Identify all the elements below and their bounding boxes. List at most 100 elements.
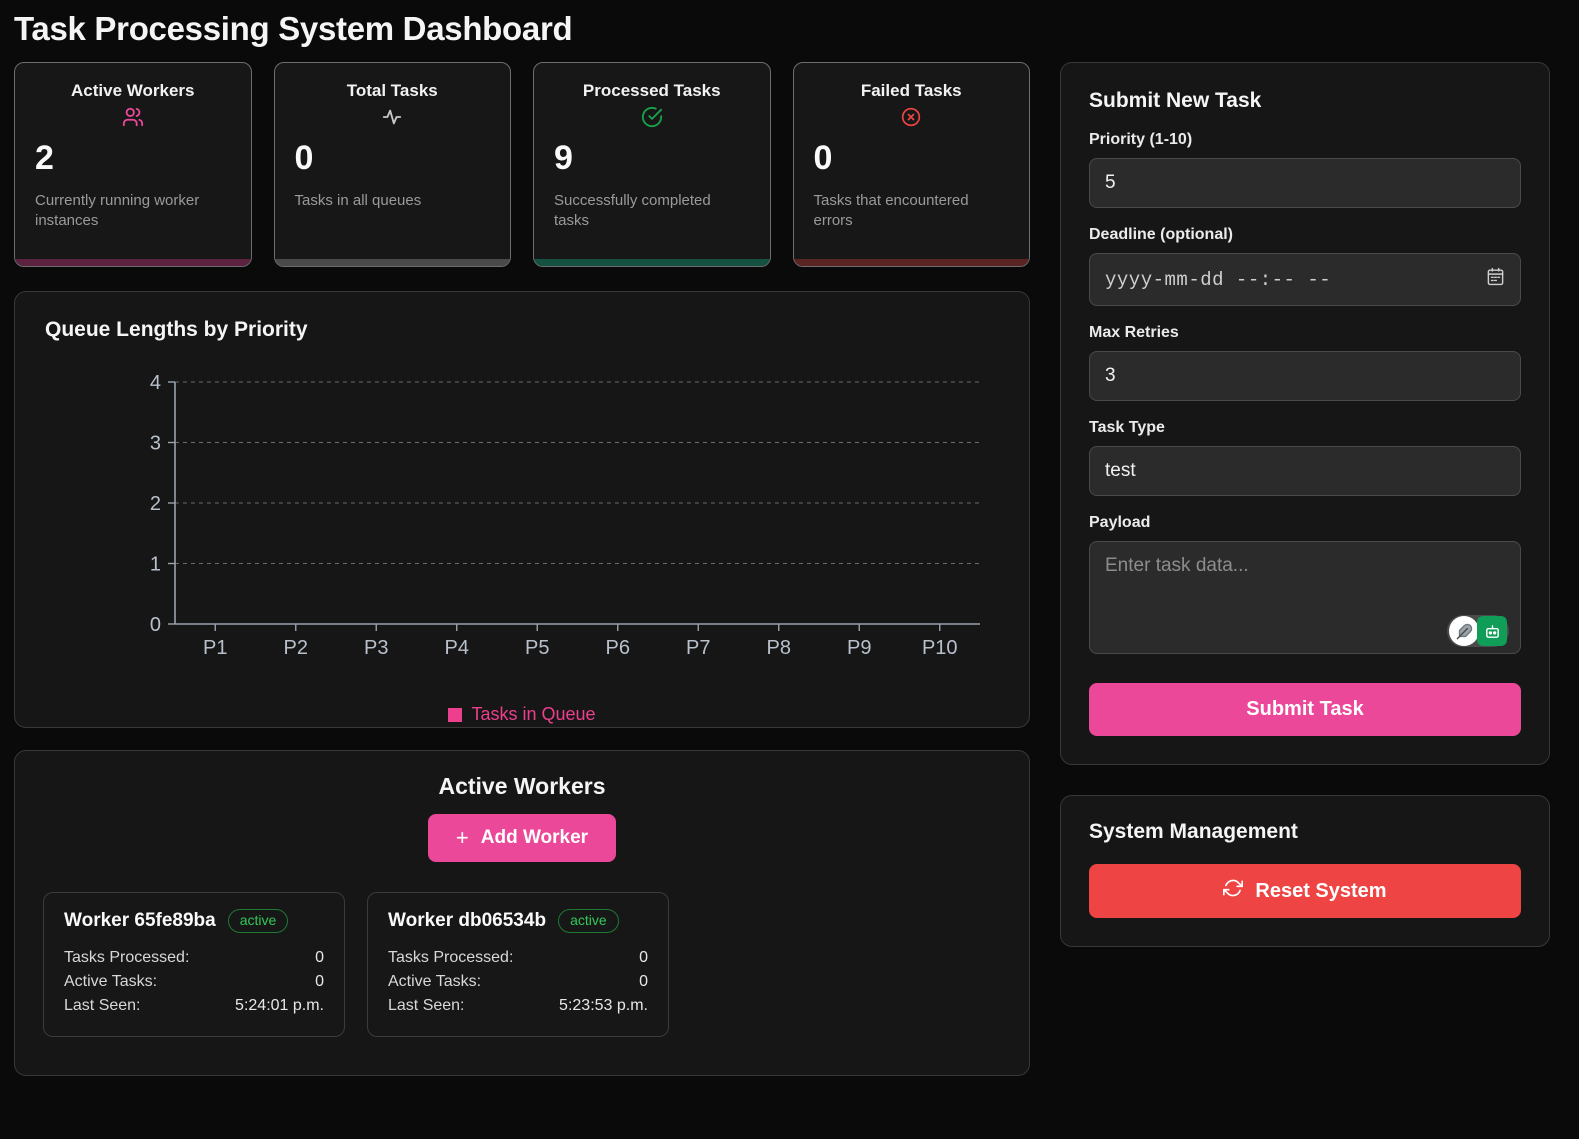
status-badge: active (227, 909, 289, 933)
worker-stat-row: Tasks Processed: 0 (64, 946, 324, 970)
worker-stat-row: Last Seen: 5:23:53 p.m. (388, 994, 648, 1018)
worker-stat-value: 0 (639, 948, 648, 966)
worker-stat-row: Last Seen: 5:24:01 p.m. (64, 994, 324, 1018)
submit-task-title: Submit New Task (1089, 89, 1262, 112)
priority-field-group: Priority (1-10) (1089, 131, 1521, 208)
worker-card[interactable]: Worker 65fe89ba active Tasks Processed: … (43, 892, 345, 1037)
max-retries-label: Max Retries (1089, 324, 1179, 341)
payload-wrap (1089, 541, 1521, 659)
active-workers-header: Active Workers + Add Worker (43, 773, 1001, 862)
y-axis-tick-label: 1 (150, 554, 161, 576)
worker-stat-key: Tasks Processed: (388, 948, 514, 966)
queue-chart-svg: 0 1 2 3 4 P1 P2 P3 P4 P5 P6 P7 P8 P9 P10 (150, 372, 980, 659)
x-axis-tick-label: P9 (847, 637, 871, 659)
x-axis-tick-label: P8 (767, 637, 791, 659)
max-retries-input[interactable] (1089, 351, 1521, 401)
page-title: Task Processing System Dashboard (14, 10, 573, 47)
worker-stat-key: Tasks Processed: (64, 948, 190, 966)
plus-icon: + (455, 825, 469, 850)
worker-stat-row: Tasks Processed: 0 (388, 946, 648, 970)
stat-description: Tasks in all queues (294, 191, 422, 209)
x-axis-tick-label: P1 (203, 637, 227, 659)
x-axis-tick-label: P5 (525, 637, 549, 659)
payload-field-group: Payload (1089, 514, 1521, 659)
reset-system-label: Reset System (1255, 879, 1387, 902)
y-axis-tick-label: 0 (150, 614, 161, 636)
x-axis-tick-label: P3 (364, 637, 388, 659)
dashboard-layout: Active Workers 2 Currently running worke… (0, 48, 1579, 1076)
right-column: Submit New Task Priority (1-10) Deadline… (1060, 62, 1550, 1076)
x-axis-tick-label: P4 (445, 637, 469, 659)
worker-stat-key: Last Seen: (64, 996, 141, 1014)
max-retries-field-group: Max Retries (1089, 324, 1521, 401)
stat-title: Processed Tasks (582, 81, 721, 100)
stat-card-active-workers: Active Workers 2 Currently running worke… (14, 62, 252, 267)
system-management-panel: System Management Reset System (1060, 795, 1550, 947)
worker-stat-key: Last Seen: (388, 996, 465, 1014)
x-circle-icon (814, 105, 1010, 129)
robot-face-icon[interactable] (1477, 616, 1507, 646)
status-badge: active (558, 909, 619, 933)
stat-accent-bar (15, 259, 251, 266)
reset-system-button[interactable]: Reset System (1089, 864, 1521, 918)
deadline-value: yyyy-mm-dd --:-- -- (1105, 268, 1332, 291)
worker-stat-key: Active Tasks: (64, 972, 158, 990)
stat-description: Successfully completed tasks (554, 191, 711, 229)
stat-description: Currently running worker instances (35, 191, 200, 229)
y-axis-tick-label: 4 (150, 372, 161, 394)
y-axis-tick-label: 3 (150, 433, 161, 455)
users-icon (35, 105, 231, 129)
chart-legend: Tasks in Queue (45, 704, 999, 725)
writing-assistant-widget[interactable] (1447, 615, 1509, 647)
worker-card-header: Worker db06534b active (388, 909, 648, 933)
stat-card-processed-tasks: Processed Tasks 9 Successfully completed… (533, 62, 771, 267)
stat-value: 0 (813, 139, 833, 177)
x-axis-tick-label: P7 (686, 637, 710, 659)
worker-stat-value: 0 (315, 972, 324, 990)
worker-stat-value: 5:23:53 p.m. (559, 996, 648, 1014)
stat-accent-bar (793, 259, 1029, 266)
stat-card-total-tasks: Total Tasks 0 Tasks in all queues (273, 62, 511, 267)
worker-stat-row: Active Tasks: 0 (64, 970, 324, 994)
legend-label-tasks-in-queue: Tasks in Queue (471, 704, 596, 724)
worker-stat-row: Active Tasks: 0 (388, 970, 648, 994)
submit-task-button[interactable]: Submit Task (1089, 683, 1521, 736)
legend-swatch-tasks-in-queue (448, 707, 463, 722)
worker-stat-key: Active Tasks: (388, 972, 482, 990)
deadline-input[interactable]: yyyy-mm-dd --:-- -- (1089, 253, 1521, 306)
feather-quill-icon[interactable] (1449, 616, 1479, 646)
stat-accent-bar (274, 259, 510, 266)
check-circle-icon (554, 105, 750, 129)
add-worker-button[interactable]: + Add Worker (427, 814, 617, 862)
stat-value: 9 (554, 139, 573, 177)
stat-description: Tasks that encountered errors (813, 191, 969, 229)
stat-title: Active Workers (71, 81, 195, 100)
queue-chart-panel: Queue Lengths by Priority 0 1 2 3 4 P1 P2 P3 P4 P… (14, 291, 1030, 728)
stat-accent-bar (534, 259, 770, 266)
left-column: Active Workers 2 Currently running worke… (14, 62, 1030, 1076)
worker-stat-value: 5:24:01 p.m. (235, 996, 324, 1014)
activity-pulse-icon (295, 105, 491, 129)
task-type-label: Task Type (1089, 419, 1165, 436)
deadline-field-group: Deadline (optional) yyyy-mm-dd --:-- -- (1089, 226, 1521, 306)
calendar-icon[interactable] (1486, 267, 1505, 292)
x-axis-tick-label: P6 (606, 637, 630, 659)
chart-title: Queue Lengths by Priority (45, 318, 308, 341)
worker-card[interactable]: Worker db06534b active Tasks Processed: … (367, 892, 669, 1037)
priority-input[interactable] (1089, 158, 1521, 208)
worker-name: Worker db06534b (388, 909, 547, 931)
worker-stat-value: 0 (639, 972, 648, 990)
task-type-input[interactable] (1089, 446, 1521, 496)
active-workers-title: Active Workers (438, 773, 606, 799)
submit-task-panel: Submit New Task Priority (1-10) Deadline… (1060, 62, 1550, 765)
priority-label: Priority (1-10) (1089, 131, 1193, 148)
chart-plot-area: 0 1 2 3 4 P1 P2 P3 P4 P5 P6 P7 P8 P9 P10 (45, 368, 999, 698)
dashboard-page: Task Processing System Dashboard Active … (0, 0, 1579, 1139)
task-type-field-group: Task Type (1089, 419, 1521, 496)
payload-label: Payload (1089, 514, 1151, 531)
y-axis-tick-label: 2 (150, 493, 161, 515)
stat-value: 0 (294, 139, 314, 177)
worker-stat-value: 0 (315, 948, 324, 966)
stat-title: Total Tasks (346, 81, 438, 100)
worker-card-grid: Worker 65fe89ba active Tasks Processed: … (43, 892, 1001, 1037)
